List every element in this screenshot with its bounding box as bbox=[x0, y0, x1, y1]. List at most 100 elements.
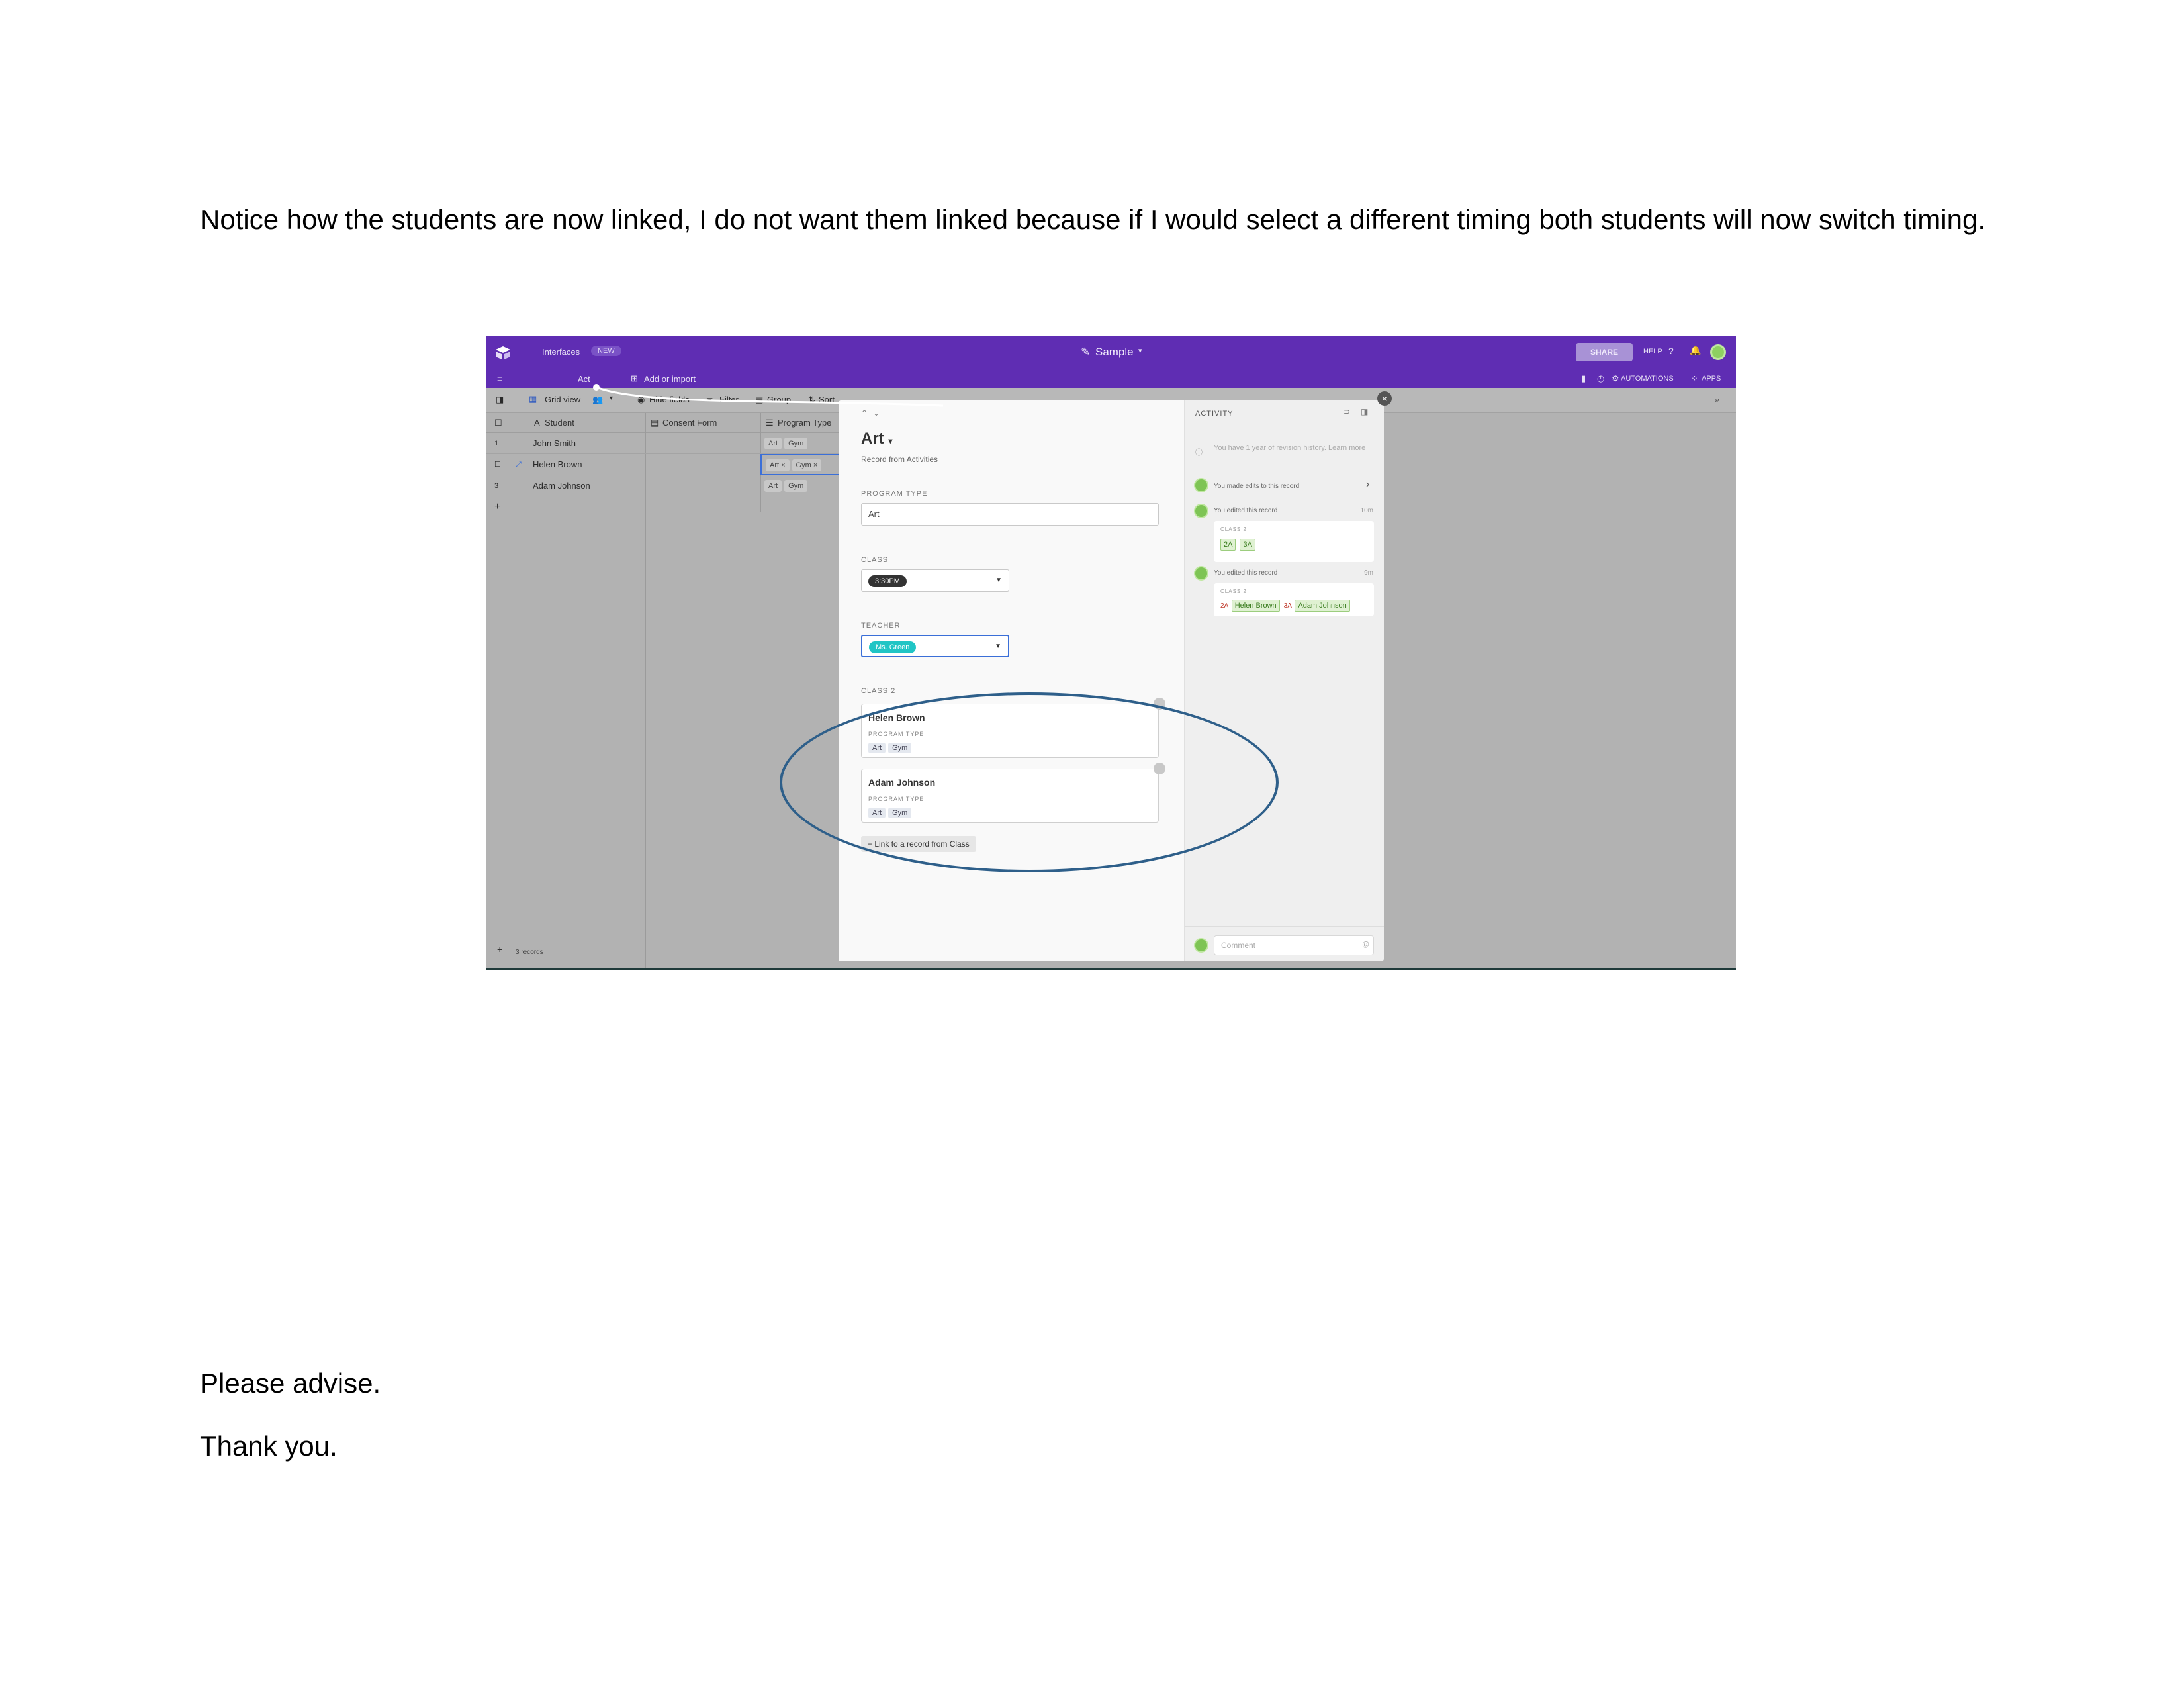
bell-icon[interactable]: 🔔 bbox=[1690, 345, 1701, 356]
chevron-down-icon[interactable]: ▾ bbox=[1138, 346, 1142, 355]
cell-program[interactable]: Art Gym bbox=[764, 479, 810, 492]
cell-program[interactable]: Art Gym bbox=[764, 437, 810, 449]
column-program-label: Program Type bbox=[778, 418, 832, 428]
cell-student[interactable]: John Smith bbox=[533, 433, 576, 454]
close-icon[interactable]: × bbox=[1377, 391, 1392, 406]
row-number: 3 bbox=[494, 482, 499, 490]
teacher-label: TEACHER bbox=[861, 622, 901, 630]
select-all-checkbox[interactable]: ☐ bbox=[494, 413, 502, 433]
airtable-screenshot: Interfaces NEW ✎ Sample ▾ SHARE HELP ? 🔔… bbox=[486, 336, 1736, 970]
text-field-icon: A bbox=[534, 418, 540, 428]
advise-line: Please advise. bbox=[200, 1368, 381, 1399]
teacher-select[interactable]: Ms. Green ▼ bbox=[861, 635, 1009, 657]
tab-activities[interactable]: Act bbox=[578, 374, 590, 384]
activity-card-label: CLASS 2 bbox=[1220, 526, 1247, 532]
record-subtitle: Record from Activities bbox=[861, 455, 938, 464]
tag: 3A bbox=[1240, 539, 1255, 551]
add-record-button[interactable]: + bbox=[497, 944, 502, 955]
record-count: 3 records bbox=[516, 949, 543, 956]
add-row[interactable]: + bbox=[486, 496, 839, 518]
chip: Art × bbox=[766, 459, 790, 471]
table-row[interactable]: 3 Adam Johnson Art Gym bbox=[486, 475, 839, 496]
removed-tag: 3A bbox=[1283, 602, 1292, 610]
share-button[interactable]: SHARE bbox=[1576, 343, 1633, 361]
search-icon[interactable]: ⌕ bbox=[1715, 395, 1719, 405]
tag: Adam Johnson bbox=[1295, 600, 1350, 612]
activity-tags: 2A Helen Brown 3A Adam Johnson bbox=[1220, 599, 1354, 612]
avatar bbox=[1194, 478, 1208, 492]
grid-icon: ▦ bbox=[529, 394, 537, 404]
divider bbox=[1185, 926, 1384, 927]
intro-paragraph: Notice how the students are now linked, … bbox=[200, 204, 1985, 235]
automations-icon: ⚙ bbox=[1612, 373, 1619, 383]
column-student-label: Student bbox=[545, 418, 574, 428]
app-topbar: Interfaces NEW ✎ Sample ▾ SHARE HELP ? 🔔 bbox=[486, 336, 1736, 369]
interfaces-link[interactable]: Interfaces bbox=[542, 347, 580, 357]
column-student[interactable]: ☐ A Student bbox=[486, 413, 645, 433]
class-select[interactable]: 3:30PM ▼ bbox=[861, 569, 1009, 592]
table-row[interactable]: 1 John Smith Art Gym bbox=[486, 433, 839, 454]
annotation-oval bbox=[780, 692, 1279, 872]
activity-card: CLASS 2 2A 3A bbox=[1214, 521, 1374, 562]
activity-header: ACTIVITY bbox=[1195, 410, 1234, 418]
help-icon[interactable]: ? bbox=[1668, 346, 1674, 356]
row-checkbox[interactable]: ☐ bbox=[494, 454, 501, 475]
cell-student[interactable]: Helen Brown bbox=[533, 454, 582, 475]
column-program[interactable]: ☰ Program Type bbox=[760, 413, 840, 433]
edit-text: You edited this record bbox=[1214, 507, 1278, 514]
apps-button[interactable]: APPS bbox=[1702, 375, 1721, 383]
help-link[interactable]: HELP bbox=[1643, 348, 1662, 355]
class-label: CLASS bbox=[861, 556, 889, 564]
chevron-down-icon: ▼ bbox=[995, 577, 1002, 584]
menu-icon[interactable]: ≡ bbox=[497, 373, 502, 384]
activity-card-label: CLASS 2 bbox=[1220, 588, 1247, 594]
expand-icon[interactable]: ⤢ bbox=[516, 454, 522, 475]
history-note: You have 1 year of revision history. Lea… bbox=[1214, 444, 1366, 452]
activity-card: CLASS 2 2A Helen Brown 3A Adam Johnson bbox=[1214, 583, 1374, 616]
record-title[interactable]: Art ▾ bbox=[861, 430, 892, 448]
chevron-right-icon[interactable]: › bbox=[1366, 479, 1369, 491]
activity-tags: 2A 3A bbox=[1220, 538, 1259, 551]
trash-icon[interactable]: ▮ bbox=[1581, 373, 1586, 384]
pen-icon: ✎ bbox=[1081, 346, 1091, 358]
chip: Art bbox=[764, 438, 782, 449]
apps-icon: ⁘ bbox=[1691, 373, 1698, 383]
chip: Gym bbox=[784, 480, 808, 492]
drag-guide-line bbox=[593, 384, 944, 407]
program-type-field[interactable]: Art bbox=[861, 503, 1159, 526]
collapse-panel-icon[interactable]: ◨ bbox=[1361, 407, 1368, 416]
avatar bbox=[1194, 938, 1208, 953]
add-row-button[interactable]: + bbox=[494, 496, 500, 518]
table-row[interactable]: ☐ ⤢ Helen Brown Art × Gym × bbox=[486, 454, 840, 475]
user-avatar[interactable] bbox=[1710, 344, 1726, 360]
chevron-down-icon: ▾ bbox=[888, 436, 893, 445]
column-consent[interactable]: ▤ Consent Form bbox=[645, 413, 760, 433]
class2-label: CLASS 2 bbox=[861, 687, 896, 695]
rss-icon[interactable]: ⊃ bbox=[1343, 407, 1350, 416]
grid-view-button[interactable]: Grid view bbox=[545, 395, 580, 404]
tag: 2A bbox=[1220, 539, 1236, 551]
program-type-label: PROGRAM TYPE bbox=[861, 490, 928, 498]
chip: Gym bbox=[784, 438, 808, 449]
cell-program-editing[interactable]: Art × Gym × bbox=[760, 454, 840, 475]
row-number: 1 bbox=[494, 440, 499, 447]
share-label: SHARE bbox=[1590, 348, 1618, 357]
expanded-record-modal: ⌃ ⌄ Art ▾ Record from Activities PROGRAM… bbox=[839, 400, 1384, 961]
removed-tag: 2A bbox=[1220, 602, 1229, 610]
activity-pane: ACTIVITY ⊃ ◨ ⓘ You have 1 year of revisi… bbox=[1184, 400, 1384, 961]
mention-icon[interactable]: @ bbox=[1362, 941, 1369, 949]
record-title-text: Art bbox=[861, 430, 884, 447]
tag: Helen Brown bbox=[1231, 600, 1280, 612]
base-title[interactable]: Sample bbox=[1095, 346, 1134, 359]
avatar bbox=[1194, 504, 1208, 518]
chip: Art bbox=[764, 480, 782, 492]
sidebar-toggle-icon[interactable]: ◨ bbox=[496, 395, 504, 405]
history-icon[interactable]: ◷ bbox=[1597, 373, 1604, 384]
link-field-icon: ☰ bbox=[766, 418, 774, 428]
made-edits-text: You made edits to this record bbox=[1214, 483, 1300, 490]
comment-input[interactable]: Comment bbox=[1214, 935, 1374, 955]
class-value: 3:30PM bbox=[868, 575, 907, 587]
automations-button[interactable]: AUTOMATIONS bbox=[1621, 375, 1674, 383]
cell-student[interactable]: Adam Johnson bbox=[533, 475, 590, 496]
edit-time: 10m bbox=[1360, 507, 1373, 514]
